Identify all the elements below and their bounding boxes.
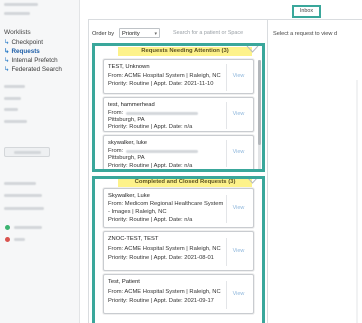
sidebar-blurred-text <box>4 194 42 197</box>
scrollbar-thumb[interactable] <box>258 60 261 145</box>
return-arrow-icon: ↳ <box>4 66 10 73</box>
request-source: From: ACME Hospital System | Raleigh, NC <box>108 73 221 79</box>
sidebar-blurred-text <box>4 120 27 123</box>
completed-closed-requests-group: Completed and Closed Requests (3) Skywal… <box>92 176 265 323</box>
request-card[interactable]: skywalker, luke From: Pittsburgh, PA Pri… <box>103 135 254 169</box>
request-card[interactable]: ZNOC-TEST, TEST From: ACME Hospital Syst… <box>103 231 254 271</box>
patient-name: Skywalker, Luke <box>108 193 150 199</box>
group-header-closed[interactable]: Completed and Closed Requests (3) <box>118 179 252 187</box>
sidebar: Worklists ↳ Checkpoint ↳ Requests ↳ Interna… <box>0 0 80 323</box>
scrollbar[interactable] <box>356 80 358 323</box>
patient-name: TEST, Unknown <box>108 64 150 70</box>
patient-name: Test, Patient <box>108 279 140 285</box>
order-by-value: Priority <box>122 31 140 37</box>
group-header-attention[interactable]: Requests Needing Attention (3) <box>118 47 252 56</box>
chevron-down-icon[interactable] <box>246 45 259 54</box>
sidebar-item-label: Federated Search <box>11 66 62 73</box>
patient-name: ZNOC-TEST, TEST <box>108 236 159 242</box>
patient-search-input[interactable] <box>167 28 265 38</box>
sidebar-item-internal-prefetch[interactable]: ↳ Internal Prefetch <box>4 56 58 64</box>
requests-needing-attention-group: Requests Needing Attention (3) TEST, Unk… <box>92 43 265 172</box>
sidebar-blurred-text <box>4 85 25 88</box>
sidebar-blurred-text <box>4 108 18 111</box>
redacted-source <box>126 112 198 115</box>
chevron-down-icon: ▾ <box>154 31 157 37</box>
scrollbar[interactable] <box>258 60 261 169</box>
sidebar-blurred-text <box>14 226 42 229</box>
patient-name: skywalker, luke <box>108 140 147 146</box>
sidebar-item-requests[interactable]: ↳ Requests <box>4 47 40 55</box>
return-arrow-icon: ↳ <box>4 48 10 55</box>
request-meta: Priority: Routine | Appt. Date: n/a <box>108 163 193 169</box>
request-card[interactable]: TEST, Unknown From: ACME Hospital System… <box>103 59 254 94</box>
request-card[interactable]: Skywalker, Luke From: Medicom Regional H… <box>103 188 254 228</box>
worklists-heading: Worklists <box>4 29 31 36</box>
request-card[interactable]: test, hammerhead From: Pittsburgh, PA Pr… <box>103 97 254 132</box>
order-by-label: Order by <box>92 31 115 37</box>
sidebar-item-label: Requests <box>11 48 40 55</box>
view-link[interactable]: View <box>226 281 250 309</box>
chevron-down-icon[interactable] <box>246 176 259 185</box>
detail-empty-hint: Select a request to view d <box>273 31 338 37</box>
sidebar-blurred-text <box>14 151 41 154</box>
sidebar-blurred-button[interactable] <box>4 147 50 157</box>
tab-inbox[interactable]: Inbox <box>292 5 321 18</box>
sidebar-blurred-text <box>4 207 44 210</box>
request-source-detail: - Images | Raleigh, NC <box>108 209 167 215</box>
request-source: From: ACME Hospital System | Raleigh, NC <box>108 289 221 295</box>
view-link[interactable]: View <box>226 140 250 167</box>
request-location: Pittsburgh, PA <box>108 117 145 123</box>
request-list-panel: Order by Priority ▾ Requests Needing Att… <box>88 20 268 323</box>
sidebar-blurred-text <box>4 182 36 185</box>
view-link[interactable]: View <box>226 64 250 91</box>
patient-search[interactable] <box>167 28 265 38</box>
order-by-select[interactable]: Priority ▾ <box>119 28 160 38</box>
request-source: From: Medicom Regional Healthcare System <box>108 201 224 207</box>
sidebar-item-federated-search[interactable]: ↳ Federated Search <box>4 65 62 73</box>
sidebar-item-label: Internal Prefetch <box>11 57 58 64</box>
request-detail-panel <box>270 20 362 323</box>
redacted-source <box>126 150 198 153</box>
view-link[interactable]: View <box>226 238 250 266</box>
request-meta: Priority: Routine | Appt. Date: 2021-08-… <box>108 255 214 261</box>
sidebar-item-checkpoint[interactable]: ↳ Checkpoint <box>4 38 43 46</box>
tab-inbox-label: Inbox <box>299 8 314 14</box>
request-source: From: <box>108 148 124 154</box>
status-dot-red <box>5 237 10 242</box>
request-card[interactable]: Test, Patient From: ACME Hospital System… <box>103 274 254 314</box>
sidebar-blurred-text <box>14 238 25 241</box>
status-dot-green <box>5 225 10 230</box>
sidebar-item-label: Checkpoint <box>11 39 43 46</box>
return-arrow-icon: ↳ <box>4 57 10 64</box>
view-link[interactable]: View <box>226 195 250 223</box>
request-meta: Priority: Routine | Appt. Date: 2021-11-… <box>108 81 214 87</box>
request-source: From: ACME Hospital System | Raleigh, NC <box>108 246 221 252</box>
request-location: Pittsburgh, PA <box>108 155 145 161</box>
sidebar-blurred-text <box>4 12 30 15</box>
sidebar-blurred-text <box>4 97 21 100</box>
request-meta: Priority: Routine | Appt. Date: 2021-09-… <box>108 298 214 304</box>
patient-name: test, hammerhead <box>108 102 155 108</box>
sidebar-blurred-text <box>4 3 38 6</box>
request-source: From: <box>108 110 124 116</box>
view-link[interactable]: View <box>226 102 250 129</box>
request-meta: Priority: Routine | Appt. Date: n/a <box>108 217 193 223</box>
return-arrow-icon: ↳ <box>4 39 10 46</box>
request-meta: Priority: Routine | Appt. Date: n/a <box>108 124 193 130</box>
